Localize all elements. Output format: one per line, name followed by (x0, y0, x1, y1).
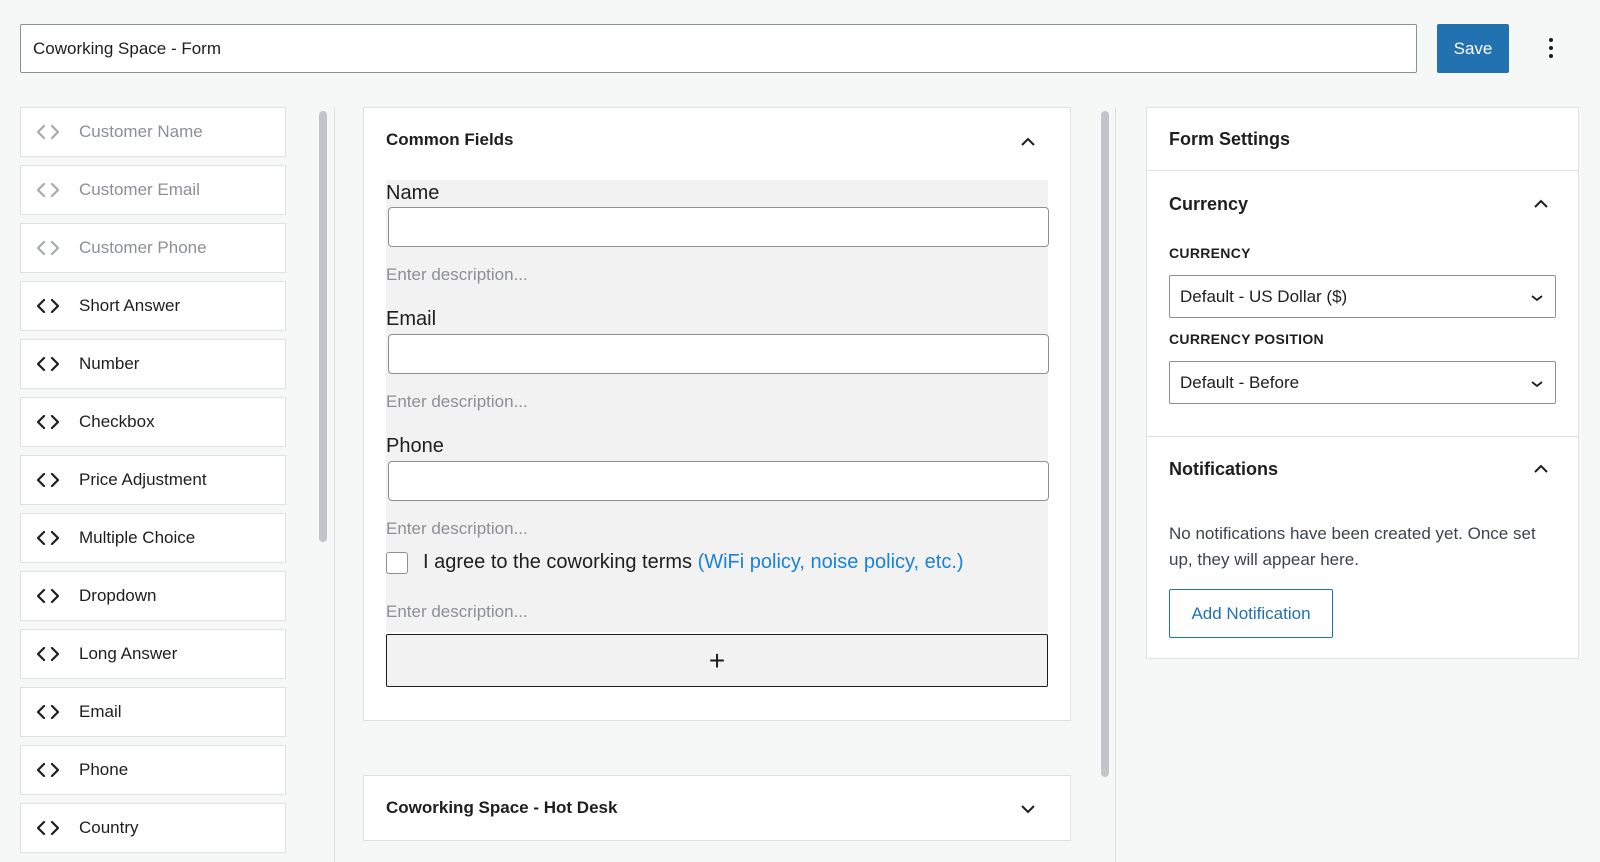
code-icon (37, 241, 61, 255)
field-description-input[interactable]: Enter description... (386, 265, 528, 285)
palette-item[interactable]: Country (20, 803, 286, 853)
save-button[interactable]: Save (1437, 24, 1509, 73)
palette-item[interactable]: Email (20, 687, 286, 737)
field-label: Phone (386, 435, 444, 457)
field-description-input[interactable]: Enter description... (386, 519, 528, 539)
notifications-empty-text: No notifications have been created yet. … (1169, 524, 1536, 569)
more-vertical-icon[interactable] (1536, 30, 1566, 66)
field-palette: Customer Name Customer Email Customer Phon… (20, 107, 286, 861)
palette-scrollbar[interactable] (319, 111, 327, 542)
currency-position-value: Default - Before (1180, 372, 1300, 392)
palette-item-label: Customer Email (79, 180, 200, 199)
divider (334, 107, 335, 862)
currency-position-select[interactable]: Default - Before (1169, 361, 1556, 404)
phone-field[interactable] (388, 461, 1049, 501)
palette-item[interactable]: Phone (20, 745, 286, 795)
palette-item[interactable]: Short Answer (20, 281, 286, 331)
field-label: Email (386, 308, 437, 330)
code-icon (37, 531, 61, 545)
code-icon (37, 821, 61, 835)
palette-item[interactable]: Customer Phone (20, 223, 286, 273)
terms-text: I agree to the coworking terms (423, 551, 693, 573)
terms-label: I agree to the coworking terms (WiFi pol… (423, 551, 964, 574)
code-icon (37, 125, 61, 139)
code-icon (37, 357, 61, 371)
palette-item-label: Number (79, 354, 140, 373)
currency-label: CURRENCY (1169, 245, 1251, 261)
palette-item-label: Phone (79, 760, 129, 779)
hot-desk-panel[interactable]: Coworking Space - Hot Desk (363, 775, 1071, 841)
form-title-input[interactable]: Coworking Space - Form (20, 24, 1417, 73)
canvas-scrollbar[interactable] (1101, 111, 1109, 777)
code-icon (37, 705, 61, 719)
palette-item[interactable]: Multiple Choice (20, 513, 286, 563)
code-icon (37, 647, 61, 661)
add-notification-button[interactable]: Add Notification (1169, 589, 1333, 638)
chevron-down-icon (1531, 373, 1543, 393)
palette-item-label: Multiple Choice (79, 528, 196, 547)
divider (1147, 436, 1578, 437)
currency-position-label: CURRENCY POSITION (1169, 331, 1324, 347)
field-label: Name (386, 182, 440, 204)
palette-item-label: Email (79, 702, 122, 721)
palette-item-label: Price Adjustment (79, 470, 207, 489)
common-fields-panel: Common Fields Name Enter description... … (363, 107, 1071, 721)
form-settings-panel: Form Settings Currency CURRENCY Default … (1146, 107, 1579, 659)
palette-item[interactable]: Checkbox (20, 397, 286, 447)
palette-item[interactable]: Customer Name (20, 107, 286, 157)
chevron-up-icon[interactable] (1529, 192, 1553, 216)
email-field[interactable] (388, 334, 1049, 374)
notifications-section-title[interactable]: Notifications (1169, 459, 1278, 480)
palette-item[interactable]: Number (20, 339, 286, 389)
palette-item-label: Customer Phone (79, 238, 207, 257)
chevron-up-icon[interactable] (1529, 457, 1553, 481)
palette-item-label: Country (79, 818, 139, 837)
palette-item[interactable]: Price Adjustment (20, 455, 286, 505)
palette-item-label: Customer Name (79, 122, 203, 141)
palette-item-label: Dropdown (79, 586, 157, 605)
code-icon (37, 299, 61, 313)
terms-checkbox[interactable] (386, 552, 408, 574)
palette-item[interactable]: Customer Email (20, 165, 286, 215)
name-field[interactable] (388, 207, 1049, 247)
field-description-input[interactable]: Enter description... (386, 392, 528, 412)
currency-value: Default - US Dollar ($) (1180, 286, 1348, 306)
settings-title: Form Settings (1147, 108, 1578, 171)
code-icon (37, 763, 61, 777)
currency-section-title[interactable]: Currency (1169, 194, 1248, 215)
terms-link[interactable]: (WiFi policy, noise policy, etc.) (698, 551, 964, 573)
code-icon (37, 473, 61, 487)
code-icon (37, 589, 61, 603)
code-icon (37, 415, 61, 429)
palette-item-label: Long Answer (79, 644, 178, 663)
palette-item[interactable]: Long Answer (20, 629, 286, 679)
section-title: Coworking Space - Hot Desk (386, 798, 618, 817)
palette-item[interactable]: Dropdown (20, 571, 286, 621)
currency-select[interactable]: Default - US Dollar ($) (1169, 275, 1556, 318)
chevron-up-icon[interactable] (1016, 130, 1040, 154)
field-description-input[interactable]: Enter description... (386, 602, 528, 622)
add-field-button[interactable]: + (386, 634, 1048, 687)
chevron-down-icon (1531, 287, 1543, 307)
palette-item-label: Short Answer (79, 296, 181, 315)
chevron-down-icon[interactable] (1016, 797, 1040, 821)
section-title: Common Fields (386, 130, 514, 149)
divider (1115, 107, 1116, 862)
palette-item-label: Checkbox (79, 412, 155, 431)
code-icon (37, 183, 61, 197)
